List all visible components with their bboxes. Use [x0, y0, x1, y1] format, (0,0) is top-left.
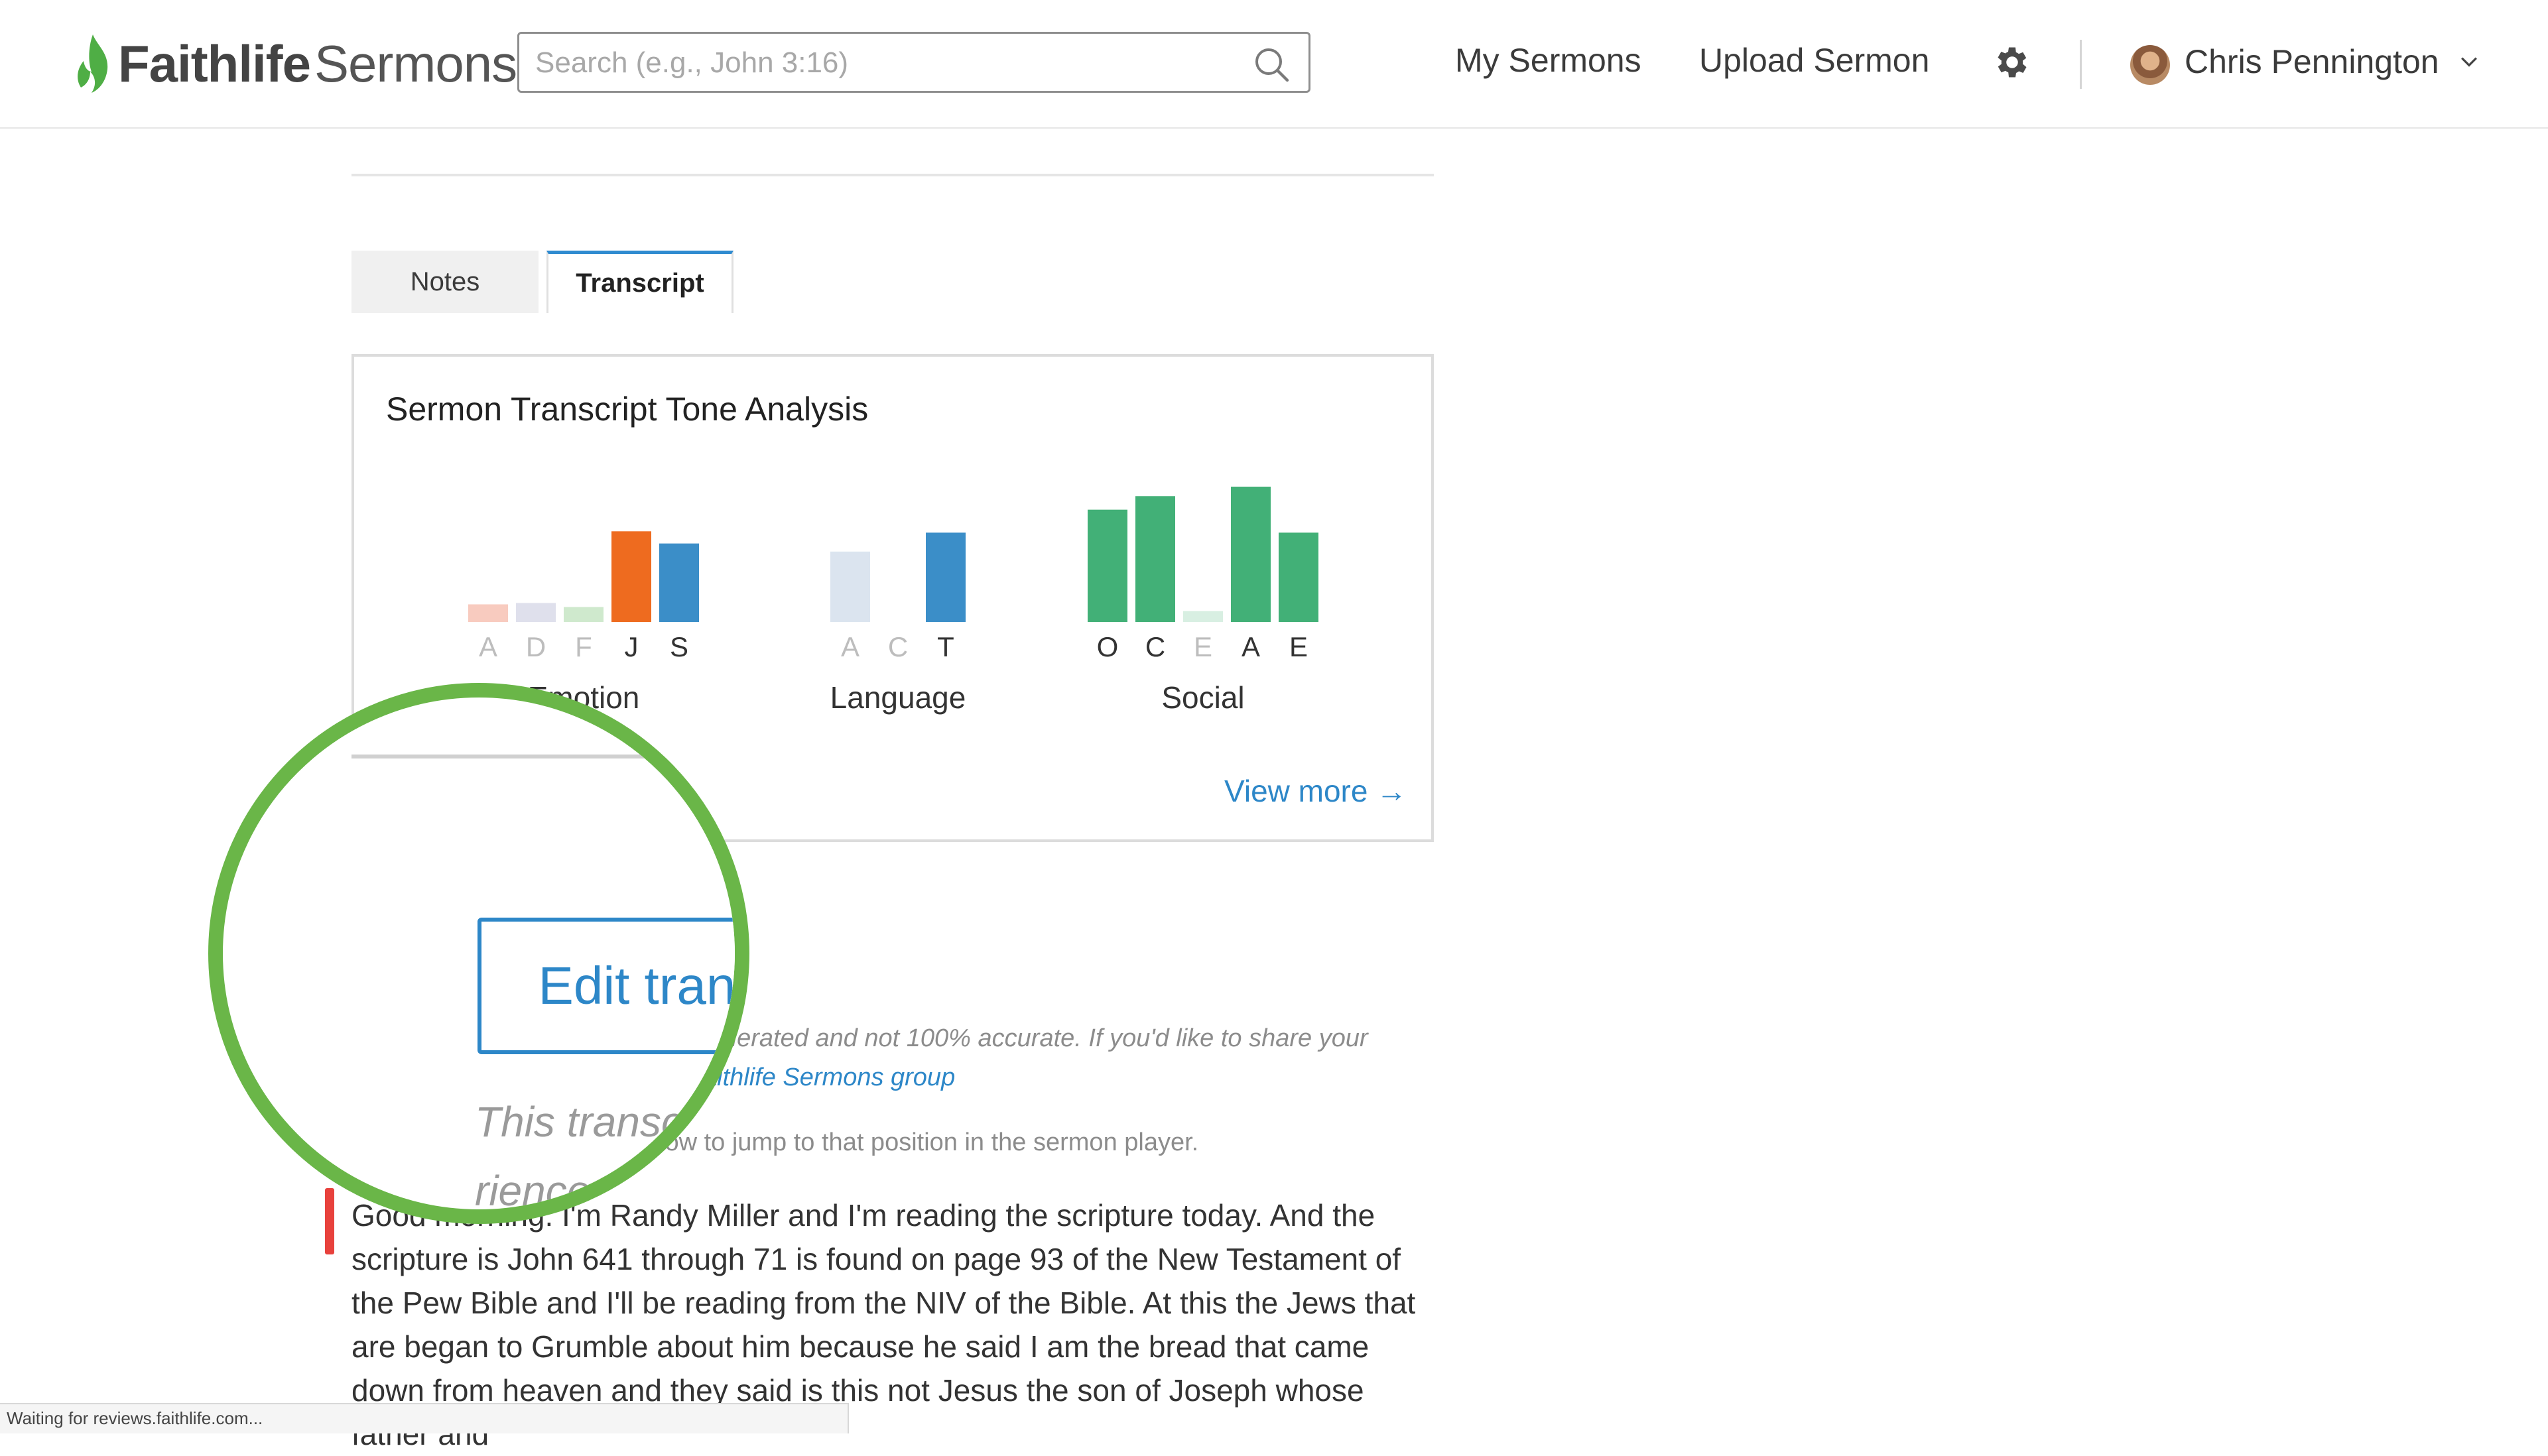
section-divider — [351, 174, 1434, 176]
tick-label-social-0: O — [1097, 631, 1119, 662]
bar-social-3 — [1231, 487, 1271, 622]
tick-label-social-3: A — [1242, 631, 1260, 662]
bar-emotion-0 — [468, 604, 508, 622]
group-label-social: Social — [1161, 680, 1244, 715]
browser-status-bar: Waiting for reviews.faithlife.com... — [0, 1403, 849, 1433]
tick-label-language-1: C — [888, 631, 908, 662]
bar-language-0 — [830, 551, 870, 622]
bar-social-2 — [1183, 611, 1223, 622]
search-icon[interactable] — [1253, 46, 1290, 83]
tick-label-emotion-1: D — [526, 631, 546, 662]
tick-label-social-1: C — [1145, 631, 1165, 662]
edit-transcript-button[interactable]: Edit transcript — [478, 918, 735, 1054]
tick-label-language-0: A — [841, 631, 860, 662]
tick-label-emotion-2: F — [575, 631, 592, 662]
gear-icon[interactable] — [1992, 42, 2032, 82]
tick-label-emotion-3: J — [625, 631, 639, 662]
magnified-disclaimer: This transcript is auto rience pleas — [475, 1087, 741, 1209]
status-text: Waiting for reviews.faithlife.com... — [7, 1408, 263, 1428]
tick-label-social-2: E — [1194, 631, 1212, 662]
brand-name-bold: Faithlife — [118, 34, 311, 93]
bar-social-1 — [1135, 496, 1175, 622]
header-divider — [2080, 40, 2082, 89]
bar-social-0 — [1088, 509, 1127, 622]
view-more-link[interactable]: View more → — [1224, 773, 1407, 809]
upload-sermon-link[interactable]: Upload Sermon — [1699, 41, 1929, 80]
tick-label-emotion-0: A — [479, 631, 497, 662]
chevron-down-icon[interactable] — [2460, 56, 2478, 68]
group-label-language: Language — [830, 680, 966, 715]
bar-emotion-4 — [659, 543, 699, 622]
user-name-menu[interactable]: Chris Pennington — [2185, 42, 2439, 81]
transcript-hint: low to jump to that position in the serm… — [659, 1128, 1199, 1156]
magnified-view: Edit transcript This transcript is auto … — [223, 698, 741, 1209]
card-bottom-edge — [351, 755, 735, 758]
faithlife-sermons-group-link[interactable]: aithlife Sermons group — [703, 1063, 955, 1092]
search-input[interactable] — [534, 40, 1233, 86]
bar-emotion-1 — [516, 603, 556, 622]
top-header: Faithlife Sermons My Sermons Upload Serm… — [0, 0, 2548, 129]
magnified-disclaimer-line-1: This transcript is auto — [475, 1098, 741, 1146]
bar-social-4 — [1279, 532, 1318, 622]
brand-name-light: Sermons — [314, 34, 517, 93]
tick-label-emotion-4: S — [670, 631, 688, 662]
faithlife-sermons-logo[interactable]: Faithlife Sermons — [73, 32, 517, 95]
my-sermons-link[interactable]: My Sermons — [1455, 41, 1641, 80]
transcript-disclaimer: nerated and not 100% accurate. If you'd … — [723, 1024, 1368, 1052]
bar-language-2 — [926, 532, 966, 622]
tick-label-language-2: T — [937, 631, 954, 662]
search-box[interactable] — [517, 32, 1310, 93]
bar-emotion-2 — [564, 607, 604, 622]
tick-label-social-4: E — [1289, 631, 1308, 662]
user-avatar[interactable] — [2130, 45, 2170, 85]
tab-notes[interactable]: Notes — [351, 251, 539, 313]
bar-emotion-3 — [611, 531, 651, 622]
magnifier-callout: Edit transcript This transcript is auto … — [208, 683, 749, 1224]
tab-transcript[interactable]: Transcript — [546, 251, 733, 313]
flame-logo-icon — [78, 34, 108, 93]
